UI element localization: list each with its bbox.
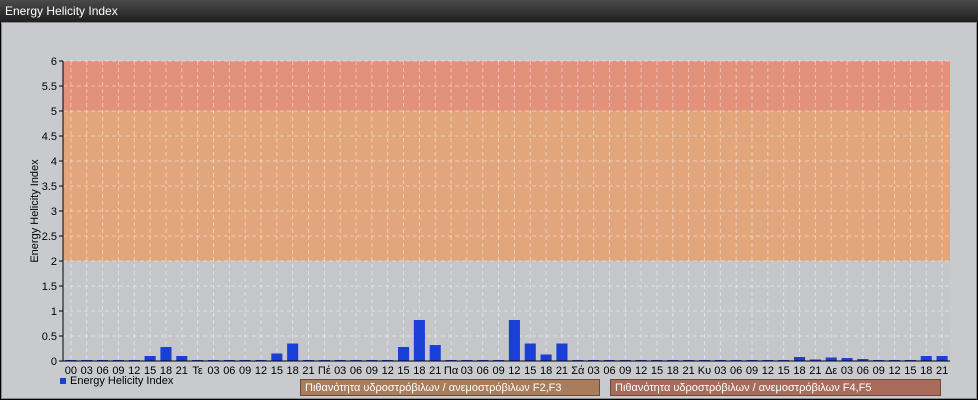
x-tick-label: 21 <box>302 365 314 377</box>
x-tick-label: 15 <box>778 365 790 377</box>
bar <box>920 356 932 361</box>
x-tick-label: 06 <box>857 365 869 377</box>
y-tick-label: 1 <box>51 306 57 318</box>
x-tick-label: 18 <box>667 365 679 377</box>
x-tick-label: 18 <box>540 365 552 377</box>
x-tick-label: Κυ <box>698 365 711 377</box>
bar <box>508 320 520 361</box>
x-tick-label: 15 <box>651 365 663 377</box>
x-tick-label: 03 <box>207 365 219 377</box>
y-tick-label: 4.5 <box>42 131 57 143</box>
x-tick-label: 18 <box>287 365 299 377</box>
x-tick-label: 12 <box>762 365 774 377</box>
y-tick-label: 5.5 <box>42 81 57 93</box>
x-tick-label: 12 <box>508 365 520 377</box>
x-tick-label: Δε <box>825 365 837 377</box>
y-tick-label: 6 <box>51 56 57 68</box>
y-tick-label: 2.5 <box>42 231 57 243</box>
x-tick-label: 03 <box>587 365 599 377</box>
x-tick-label: 21 <box>936 365 948 377</box>
bar <box>429 345 441 361</box>
x-tick-label: Τε <box>192 365 203 377</box>
bar <box>176 356 188 361</box>
x-tick-label: 15 <box>904 365 916 377</box>
x-tick-label: 12 <box>382 365 394 377</box>
chart-svg: 00.511.522.533.544.555.5600 03 06 09 12 15 18 2… <box>29 56 950 377</box>
x-tick-label: 18 <box>920 365 932 377</box>
bar <box>287 343 299 361</box>
bar <box>556 343 568 361</box>
x-tick-label: 15 <box>524 365 536 377</box>
bar <box>271 353 283 361</box>
x-tick-label: 15 <box>397 365 409 377</box>
x-tick-label: 12 <box>255 365 267 377</box>
window-title: Energy Helicity Index <box>0 0 978 22</box>
x-tick-label: 21 <box>683 365 695 377</box>
x-tick-label: 18 <box>793 365 805 377</box>
zone-legend-f2f3[interactable]: Πιθανότητα υδροστρόβιλων / ανεμοστρόβιλω… <box>300 379 600 396</box>
x-tick-label: 06 <box>603 365 615 377</box>
x-tick-label: 21 <box>556 365 568 377</box>
x-tick-label: 12 <box>635 365 647 377</box>
x-tick-label: 06 <box>477 365 489 377</box>
chart-area: 0 0.5 1 1.5 2 2.5 3 3.5 4 4.5 5 5.5 6 00 03 06 09 12 15 18 2… <box>1 22 977 399</box>
y-tick-label: 0.5 <box>42 331 57 343</box>
y-axis-label: Energy Helicity Index <box>29 159 41 263</box>
bar <box>540 354 552 361</box>
x-tick-label: 09 <box>873 365 885 377</box>
x-tick-label: 09 <box>492 365 504 377</box>
bar <box>398 347 410 361</box>
x-tick-label: Πα <box>444 365 459 377</box>
y-tick-label: 3.5 <box>42 181 57 193</box>
bar <box>413 320 425 361</box>
x-tick-label: Πέ <box>318 365 331 377</box>
y-tick-label: 0 <box>51 356 57 368</box>
y-tick-label: 2 <box>51 256 57 268</box>
zone-legend-f4f5[interactable]: Πιθανότητα υδροστρόβιλων / ανεμοστρόβιλω… <box>610 379 941 396</box>
window-frame: Energy Helicity Index 0 0.5 1 1.5 2 2.5 3 3.5 4 4… <box>0 0 978 400</box>
x-tick-label: 03 <box>841 365 853 377</box>
series-legend[interactable]: Energy Helicity Index <box>60 375 173 387</box>
x-tick-label: 09 <box>366 365 378 377</box>
x-tick-label: 09 <box>619 365 631 377</box>
y-tick-label: 5 <box>51 106 57 118</box>
bar <box>160 347 172 361</box>
x-tick-label: 21 <box>809 365 821 377</box>
x-tick-label: 06 <box>350 365 362 377</box>
x-tick-label: Σά <box>571 365 585 377</box>
y-tick-label: 1.5 <box>42 281 57 293</box>
y-tick-label: 4 <box>51 156 57 168</box>
bar <box>793 357 806 361</box>
x-tick-label: 03 <box>334 365 346 377</box>
x-tick-label: 21 <box>176 365 188 377</box>
bar <box>825 357 837 361</box>
series-legend-swatch <box>60 378 66 384</box>
x-tick-label: 15 <box>271 365 283 377</box>
x-tick-label: 09 <box>239 365 251 377</box>
x-tick-label: 21 <box>429 365 441 377</box>
bar <box>524 343 536 361</box>
x-tick-label: 09 <box>746 365 758 377</box>
x-tick-label: 06 <box>730 365 742 377</box>
x-tick-label: 12 <box>888 365 900 377</box>
y-tick-label: 3 <box>51 206 57 218</box>
bar <box>936 356 948 361</box>
x-tick-label: 03 <box>714 365 726 377</box>
x-tick-label: 03 <box>461 365 473 377</box>
x-tick-label: 06 <box>223 365 235 377</box>
x-tick-label: 18 <box>413 365 425 377</box>
bar <box>144 356 156 361</box>
series-legend-label: Energy Helicity Index <box>70 375 174 387</box>
